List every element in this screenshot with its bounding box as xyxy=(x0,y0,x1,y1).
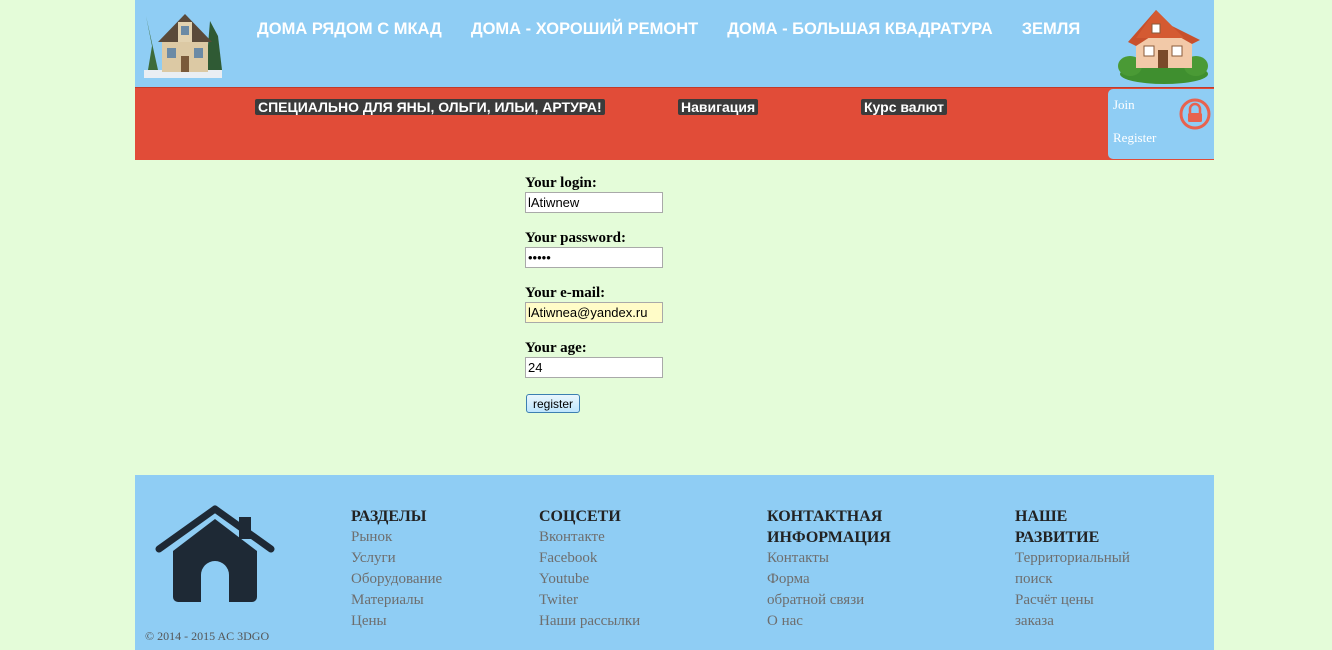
footer-link-services[interactable]: Услуги xyxy=(351,548,442,569)
page-wrapper: ДОМА РЯДОМ С МКАД ДОМА - ХОРОШИЙ РЕМОНТ … xyxy=(135,0,1214,650)
footer-sections-column: РАЗДЕЛЫ Рынок Услуги Оборудование Матери… xyxy=(351,506,442,632)
home-icon xyxy=(155,505,275,602)
footer-link-twitter[interactable]: Twiter xyxy=(539,590,640,611)
register-link[interactable]: Register xyxy=(1113,130,1156,146)
footer-link-order[interactable]: заказа xyxy=(1015,611,1130,632)
footer-link-vkontakte[interactable]: Вконтакте xyxy=(539,527,640,548)
login-label: Your login: xyxy=(525,175,597,191)
join-link[interactable]: Join xyxy=(1113,97,1135,113)
house-logo-left[interactable] xyxy=(140,6,224,80)
register-button[interactable]: register xyxy=(526,394,581,413)
password-input[interactable] xyxy=(525,247,663,268)
footer-contact-title-line2: ИНФОРМАЦИЯ xyxy=(767,529,891,546)
footer-link-form[interactable]: Форма xyxy=(767,569,891,590)
nav-houses-good-repair[interactable]: ДОМА - ХОРОШИЙ РЕМОНТ xyxy=(471,20,698,39)
footer-link-youtube[interactable]: Youtube xyxy=(539,569,640,590)
footer-contact-title-line1: КОНТАКТНАЯ xyxy=(767,508,883,525)
footer-development-title-line2: РАЗВИТИЕ xyxy=(1015,529,1100,546)
secondary-nav-bar: СПЕЦИАЛЬНО ДЛЯ ЯНЫ, ОЛЬГИ, ИЛЬИ, АРТУРА!… xyxy=(135,87,1214,160)
footer-link-feedback[interactable]: обратной связи xyxy=(767,590,891,611)
copyright-text: © 2014 - 2015 AC 3DGO xyxy=(145,629,270,643)
lock-icon[interactable] xyxy=(1179,98,1211,130)
footer-link-materials[interactable]: Материалы xyxy=(351,590,442,611)
site-footer: © 2014 - 2015 AC 3DGO РАЗДЕЛЫ Рынок Услу… xyxy=(135,475,1214,650)
nav-houses-large-area[interactable]: ДОМА - БОЛЬШАЯ КВАДРАТУРА xyxy=(727,20,992,39)
footer-link-market[interactable]: Рынок xyxy=(351,527,442,548)
footer-link-newsletters[interactable]: Наши рассылки xyxy=(539,611,640,632)
age-input[interactable] xyxy=(525,357,663,378)
footer-link-facebook[interactable]: Facebook xyxy=(539,548,640,569)
footer-link-about[interactable]: О нас xyxy=(767,611,891,632)
footer-social-title: СОЦСЕТИ xyxy=(539,508,621,525)
house-logo-right[interactable] xyxy=(1116,4,1210,84)
footer-link-territorial[interactable]: Территориальный xyxy=(1015,548,1130,569)
navigation-link[interactable]: Навигация xyxy=(678,99,759,115)
email-label: Your e-mail: xyxy=(525,285,606,301)
footer-contact-column: КОНТАКТНАЯ ИНФОРМАЦИЯ Контакты Форма обр… xyxy=(767,506,891,632)
top-navigation: ДОМА РЯДОМ С МКАД ДОМА - ХОРОШИЙ РЕМОНТ … xyxy=(257,20,1109,39)
footer-development-title-line1: НАШЕ xyxy=(1015,508,1068,525)
footer-sections-title: РАЗДЕЛЫ xyxy=(351,508,427,525)
age-label: Your age: xyxy=(525,340,587,356)
special-offer-link[interactable]: СПЕЦИАЛЬНО ДЛЯ ЯНЫ, ОЛЬГИ, ИЛЬИ, АРТУРА! xyxy=(255,99,605,115)
footer-development-column: НАШЕ РАЗВИТИЕ Территориальный поиск Расч… xyxy=(1015,506,1130,632)
footer-link-search[interactable]: поиск xyxy=(1015,569,1130,590)
nav-houses-near-mkad[interactable]: ДОМА РЯДОМ С МКАД xyxy=(257,20,442,39)
footer-link-prices[interactable]: Цены xyxy=(351,611,442,632)
currency-rates-link[interactable]: Курс валют xyxy=(861,99,947,115)
login-input[interactable] xyxy=(525,192,663,213)
auth-panel: Join Register xyxy=(1108,89,1214,159)
footer-link-price-calc[interactable]: Расчёт цены xyxy=(1015,590,1130,611)
footer-social-column: СОЦСЕТИ Вконтакте Facebook Youtube Twite… xyxy=(539,506,640,632)
footer-link-equipment[interactable]: Оборудование xyxy=(351,569,442,590)
site-header: ДОМА РЯДОМ С МКАД ДОМА - ХОРОШИЙ РЕМОНТ … xyxy=(135,0,1214,87)
registration-form: Your login: Your password: Your e-mail: … xyxy=(525,175,725,413)
nav-land[interactable]: ЗЕМЛЯ xyxy=(1022,20,1081,39)
footer-link-contacts[interactable]: Контакты xyxy=(767,548,891,569)
password-label: Your password: xyxy=(525,230,626,246)
email-input[interactable] xyxy=(525,302,663,323)
